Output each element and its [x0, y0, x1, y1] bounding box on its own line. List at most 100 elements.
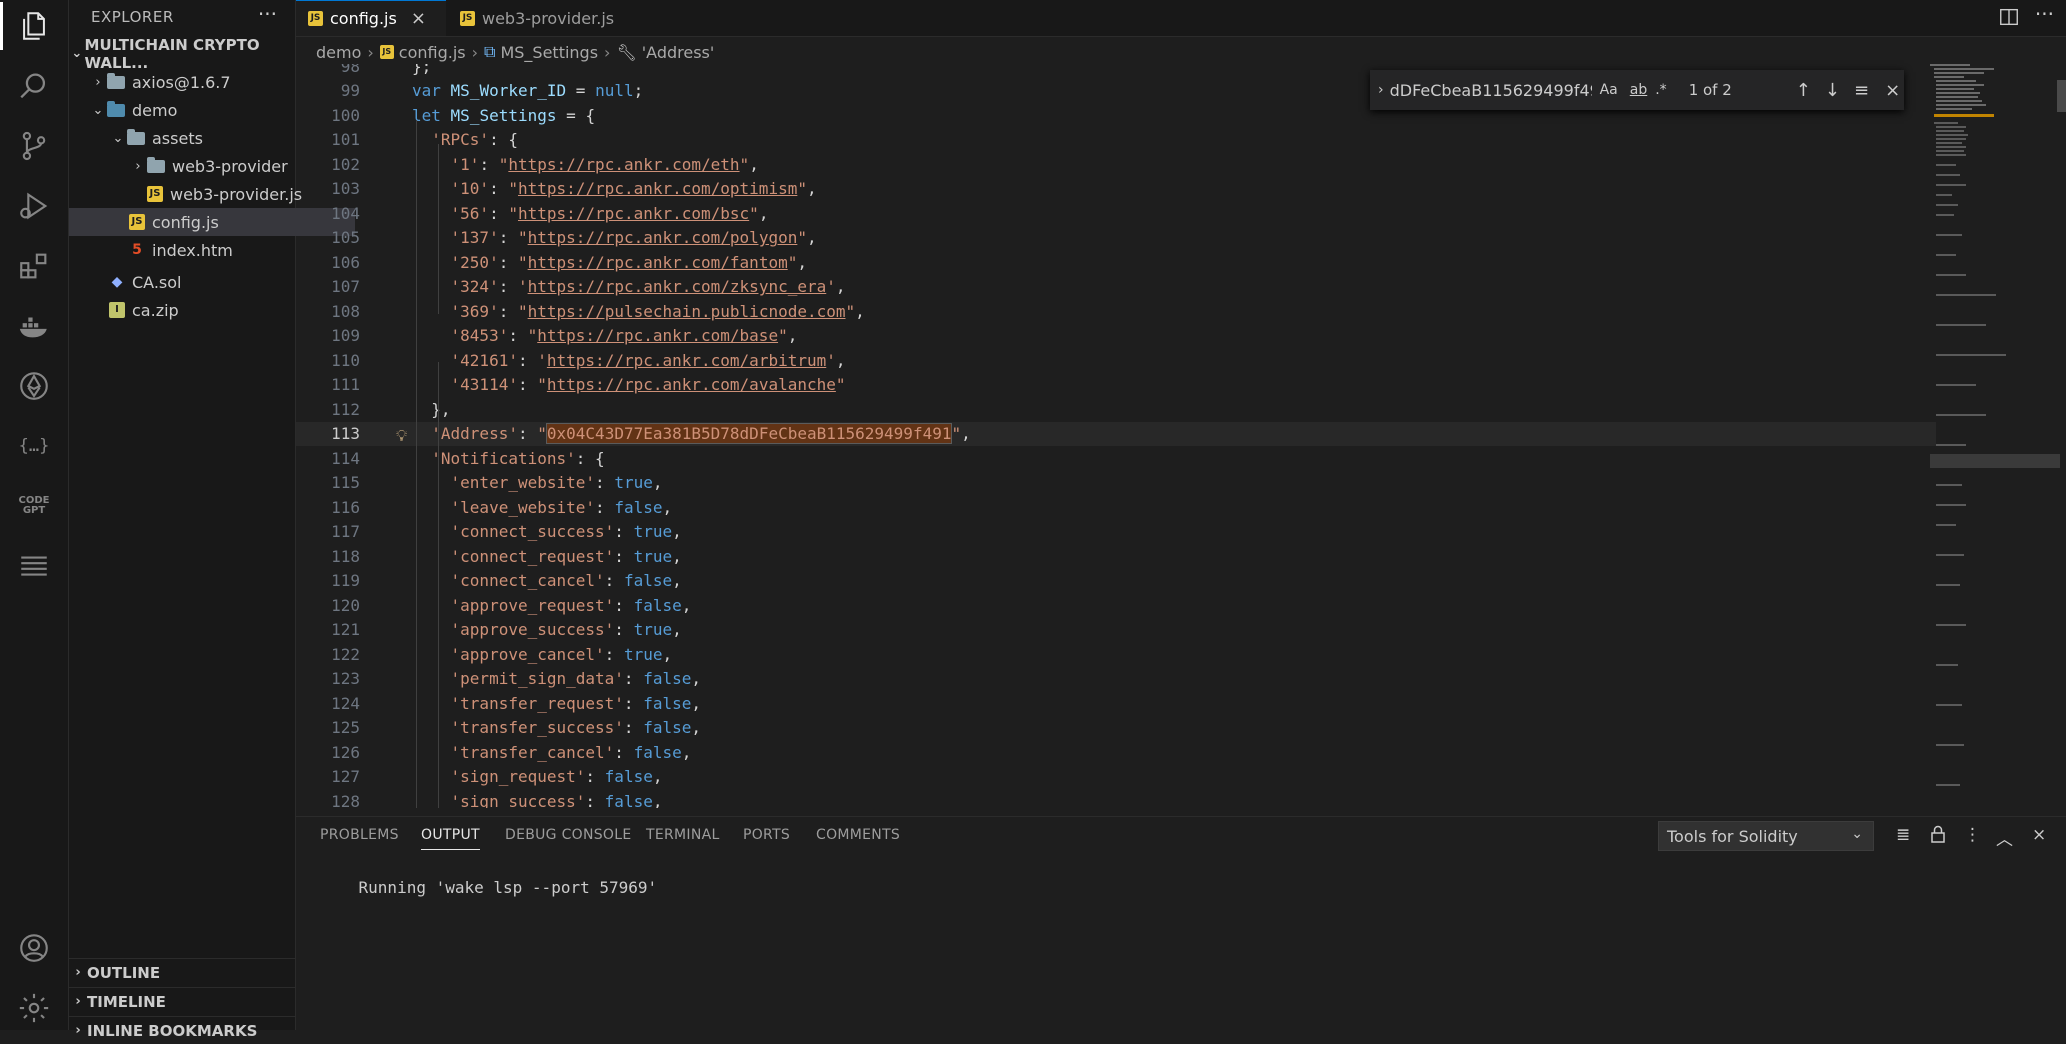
maximize-panel-icon[interactable]: ︿: [1996, 825, 2013, 850]
tab-terminal[interactable]: TERMINAL: [646, 827, 720, 843]
code-text: 'approve_cancel': true,: [450, 644, 673, 664]
tab-config-js[interactable]: JS config.js ×: [296, 0, 446, 36]
indent-guide: [438, 362, 439, 808]
tree-item-label: axios@1.6.7: [132, 72, 231, 92]
workspace-root[interactable]: ⌄ MULTICHAIN CRYPTO WALL...: [69, 36, 295, 72]
code-line[interactable]: 121 'approve_success': true,: [296, 618, 1936, 643]
line-number: 118: [331, 546, 360, 566]
outline-section[interactable]: › OUTLINE: [69, 958, 295, 986]
tab-output[interactable]: OUTPUT: [421, 827, 480, 850]
tab-problems[interactable]: PROBLEMS: [320, 827, 399, 843]
code-line[interactable]: 105 '137': "https://rpc.ankr.com/polygon…: [296, 226, 1936, 251]
whole-word-toggle[interactable]: ab: [1630, 82, 1647, 98]
tab-web3-provider-js[interactable]: JS web3-provider.js: [448, 0, 628, 36]
find-in-selection-icon[interactable]: ≡: [1854, 80, 1869, 101]
match-case-toggle[interactable]: Aa: [1600, 82, 1618, 98]
output-channel-select[interactable]: Tools for Solidity ⌄: [1658, 821, 1874, 851]
lightbulb-icon[interactable]: 💡︎: [396, 426, 407, 446]
line-number: 104: [331, 203, 360, 223]
account-icon[interactable]: [14, 928, 54, 968]
line-number: 105: [331, 228, 360, 248]
line-number: 111: [331, 375, 360, 395]
js-file-icon: JS: [147, 186, 163, 202]
code-line[interactable]: 116 'leave_website': false,: [296, 495, 1936, 520]
search-icon[interactable]: [14, 66, 54, 106]
tree-item-label: demo: [132, 100, 178, 120]
code-line[interactable]: 102 '1': "https://rpc.ankr.com/eth",: [296, 152, 1936, 177]
source-control-icon[interactable]: [14, 126, 54, 166]
code-line[interactable]: 114 'Notifications': {: [296, 446, 1936, 471]
extensions-icon[interactable]: [14, 246, 54, 286]
code-line[interactable]: 117 'connect_success': true,: [296, 520, 1936, 545]
minimap[interactable]: [1930, 64, 2060, 812]
chevron-down-icon: ⌄: [71, 46, 83, 61]
code-line[interactable]: 108 '369': "https://pulsechain.publicnod…: [296, 299, 1936, 324]
code-line[interactable]: 110 '42161': 'https://rpc.ankr.com/arbit…: [296, 348, 1936, 373]
arrow-down-icon[interactable]: ↓: [1825, 80, 1840, 101]
tree-item-axios[interactable]: › axios@1.6.7: [69, 68, 315, 96]
more-actions-icon[interactable]: ⋮: [1964, 825, 1981, 845]
find-input[interactable]: dDFeCbeaB115629499f491: [1390, 81, 1592, 100]
ethereum-icon[interactable]: [14, 366, 54, 406]
breadcrumb-item[interactable]: MS_Settings: [500, 43, 598, 62]
code-line[interactable]: 101 'RPCs': {: [296, 128, 1936, 153]
run-debug-icon[interactable]: [14, 186, 54, 226]
clear-output-icon[interactable]: ≣: [1896, 825, 1910, 845]
tab-comments[interactable]: COMMENTS: [816, 827, 900, 843]
code-text: '43114': "https://rpc.ankr.com/avalanche…: [450, 375, 846, 395]
breadcrumb-item[interactable]: 'Address': [642, 43, 715, 62]
code-line[interactable]: 115 'enter_website': true,: [296, 471, 1936, 496]
docker-icon[interactable]: [14, 306, 54, 346]
inline-bookmarks-section[interactable]: › INLINE BOOKMARKS: [69, 1016, 295, 1044]
code-line[interactable]: 107 '324': 'https://rpc.ankr.com/zksync_…: [296, 275, 1936, 300]
code-line[interactable]: 109 '8453': "https://rpc.ankr.com/base",: [296, 324, 1936, 349]
bookmarks-icon[interactable]: [14, 546, 54, 586]
arrow-up-icon[interactable]: ↑: [1796, 80, 1811, 101]
vertical-scrollbar[interactable]: [2057, 80, 2066, 112]
code-editor[interactable]: 98}; 99 var MS_Worker_ID = null; 100 let MS_…: [296, 64, 1936, 808]
close-icon[interactable]: ×: [2032, 825, 2046, 845]
code-line[interactable]: 124 'transfer_request': false,: [296, 691, 1936, 716]
timeline-section[interactable]: › TIMELINE: [69, 987, 295, 1015]
code-line[interactable]: 122 'approve_cancel': true,: [296, 642, 1936, 667]
settings-gear-icon[interactable]: [14, 988, 54, 1028]
code-line[interactable]: 127 'sign_request': false,: [296, 765, 1936, 790]
more-actions-icon[interactable]: ···: [258, 2, 277, 26]
codegpt-icon[interactable]: CODE GPT: [14, 486, 54, 526]
line-number: 116: [331, 497, 360, 517]
code-line[interactable]: 113 'Address': "0x04C43D77Ea381B5D78dDFe…: [296, 421, 1936, 446]
code-line[interactable]: 118 'connect_request': true,: [296, 544, 1936, 569]
regex-toggle[interactable]: .*: [1655, 82, 1666, 98]
explorer-icon[interactable]: [0, 2, 54, 50]
tree-item-demo[interactable]: ⌄ demo: [69, 96, 315, 124]
more-actions-icon[interactable]: ···: [2035, 2, 2054, 26]
json-icon[interactable]: {…}: [14, 426, 54, 466]
code-line[interactable]: 126 'transfer_cancel': false,: [296, 740, 1936, 765]
code-line[interactable]: 125 'transfer_success': false,: [296, 716, 1936, 741]
code-line[interactable]: 106 '250': "https://rpc.ankr.com/fantom"…: [296, 250, 1936, 275]
code-text: 'transfer_cancel': false,: [450, 742, 692, 762]
line-number: 125: [331, 718, 360, 738]
close-icon[interactable]: ×: [1885, 80, 1900, 101]
tab-debug-console[interactable]: DEBUG CONSOLE: [505, 827, 632, 843]
breadcrumb-item[interactable]: demo: [316, 43, 361, 62]
chevron-right-icon[interactable]: ›: [1378, 82, 1384, 98]
lock-icon[interactable]: [1930, 825, 1946, 848]
close-icon[interactable]: ×: [411, 8, 426, 29]
code-line[interactable]: 128 'sign_success': false,: [296, 789, 1936, 808]
output-channel-value: Tools for Solidity: [1667, 826, 1798, 846]
code-line[interactable]: 112 },: [296, 397, 1936, 422]
tab-ports[interactable]: PORTS: [743, 827, 790, 843]
code-line[interactable]: 111 '43114': "https://rpc.ankr.com/avala…: [296, 373, 1936, 398]
code-line[interactable]: 104 '56': "https://rpc.ankr.com/bsc",: [296, 201, 1936, 226]
code-line[interactable]: 120 'approve_request': false,: [296, 593, 1936, 618]
code-text: 'transfer_success': false,: [450, 718, 702, 738]
line-number: 103: [331, 179, 360, 199]
split-editor-icon[interactable]: [1998, 6, 2020, 32]
code-line[interactable]: 123 'permit_sign_data': false,: [296, 667, 1936, 692]
breadcrumb-item[interactable]: config.js: [399, 43, 466, 62]
code-line[interactable]: 103 '10': "https://rpc.ankr.com/optimism…: [296, 177, 1936, 202]
editor-tab-bar: JS config.js × JS web3-provider.js ···: [296, 0, 2066, 37]
code-line[interactable]: 119 'connect_cancel': false,: [296, 569, 1936, 594]
line-number: 100: [331, 105, 360, 125]
